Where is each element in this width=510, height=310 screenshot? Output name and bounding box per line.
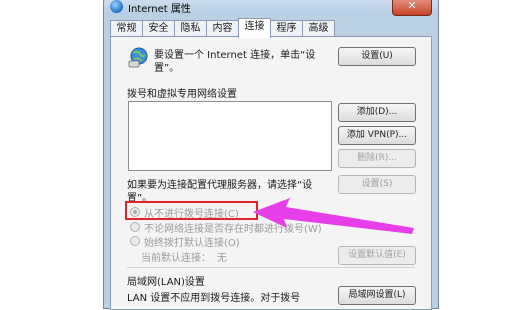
annotation-arrow-icon [253, 198, 414, 234]
tab-connections[interactable]: 连接 [238, 18, 271, 38]
